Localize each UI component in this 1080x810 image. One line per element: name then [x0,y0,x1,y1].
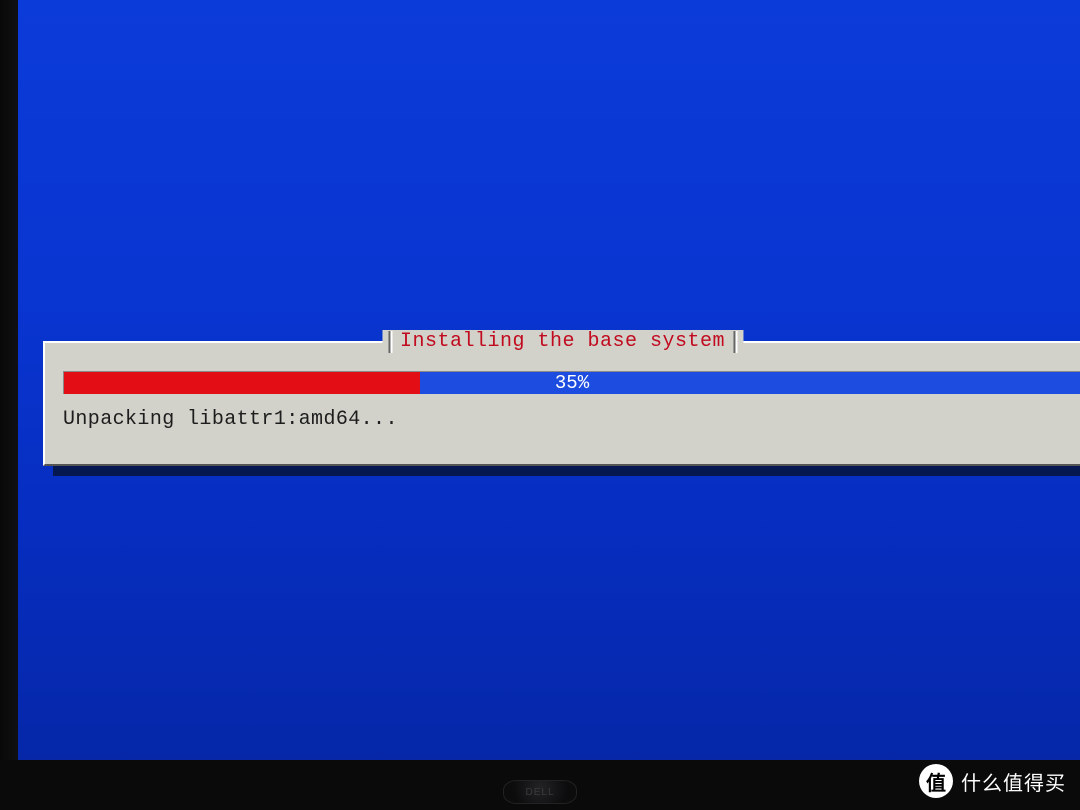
watermark: 值 什么值得买 [919,764,1066,798]
monitor-brand-badge: DELL [503,780,577,804]
status-text: Unpacking libattr1:amd64... [63,408,398,431]
monitor-bezel-left [0,0,18,810]
progress-percent-label: 35% [555,372,589,394]
title-divider-right [733,331,737,353]
dialog-title-wrap: Installing the base system [382,330,743,353]
title-divider-left [388,331,392,353]
progress-bar: 35% [63,371,1080,394]
installer-dialog: Installing the base system 35% Unpacking… [43,341,1080,466]
watermark-text: 什么值得买 [961,767,1066,796]
progress-fill [64,372,420,394]
dialog-title: Installing the base system [400,330,725,353]
watermark-badge-icon: 值 [919,764,953,798]
installer-screen: Installing the base system 35% Unpacking… [18,0,1080,760]
monitor-bezel-bottom: DELL [0,760,1080,810]
monitor-brand-text: DELL [525,787,554,798]
